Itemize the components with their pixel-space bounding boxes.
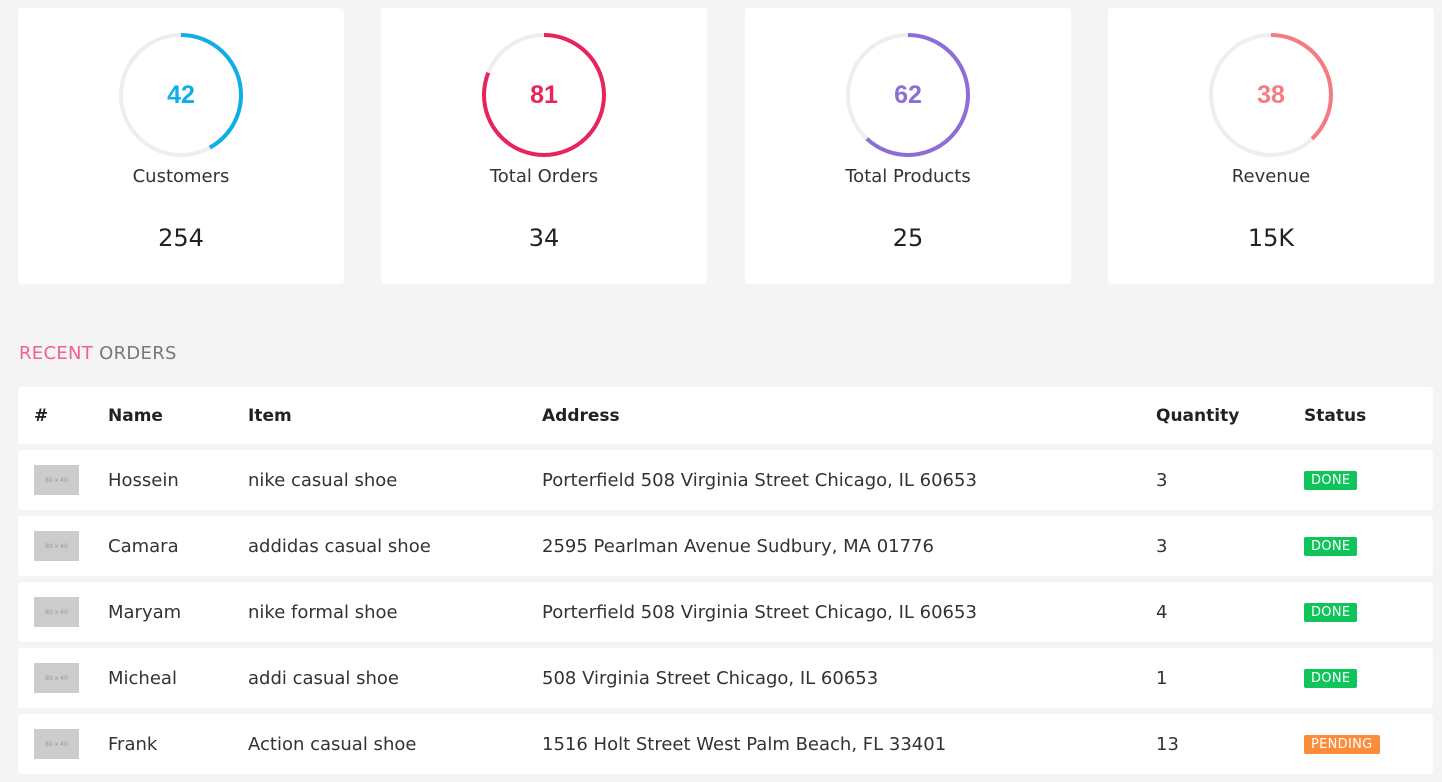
cell-address: Porterfield 508 Virginia Street Chicago,… — [542, 601, 977, 623]
product-thumbnail: 80 x 40 — [34, 597, 79, 627]
cell-name: Frank — [108, 733, 158, 755]
cell-address: 508 Virginia Street Chicago, IL 60653 — [542, 667, 879, 689]
header-status: Status — [1304, 405, 1367, 426]
cell-quantity: 3 — [1156, 469, 1168, 491]
section-title-rest: ORDERS — [99, 343, 177, 364]
progress-ring: 38 — [1207, 31, 1335, 159]
product-thumbnail: 80 x 40 — [34, 729, 79, 759]
card-value: 34 — [528, 224, 560, 252]
table-header: # Name Item Address Quantity Status — [18, 387, 1433, 444]
header-quantity: Quantity — [1156, 405, 1240, 426]
card-value: 254 — [158, 224, 204, 252]
stat-card-total-orders: 81 Total Orders 34 — [381, 8, 707, 284]
c: 80 x 40 — [34, 582, 79, 642]
c: 80 x 40 — [34, 450, 79, 510]
progress-ring: 42 — [117, 31, 245, 159]
card-value: 15K — [1247, 224, 1295, 252]
ring-percent: 42 — [167, 80, 195, 109]
cell-quantity: 3 — [1156, 535, 1168, 557]
card-label: Total Products — [845, 166, 971, 187]
cell-quantity: 4 — [1156, 601, 1168, 623]
c: DONE — [1304, 516, 1358, 576]
table-row[interactable]: 80 x 40 Camara addidas casual shoe 2595 … — [18, 516, 1433, 576]
ring-percent: 81 — [530, 80, 558, 109]
status-badge: DONE — [1304, 602, 1358, 622]
section-title-accent: RECENT — [19, 343, 94, 364]
progress-ring: 81 — [480, 31, 608, 159]
status-badge: DONE — [1304, 470, 1358, 490]
header-item: Item — [248, 405, 292, 426]
ring-percent: 38 — [1257, 80, 1285, 109]
section-title: RECENT ORDERS — [19, 343, 177, 364]
cell-item: nike formal shoe — [248, 601, 398, 623]
cell-name: Micheal — [108, 667, 177, 689]
status-badge: DONE — [1304, 668, 1358, 688]
c: 80 x 40 — [34, 714, 79, 774]
header-name: Name — [108, 405, 163, 426]
c: DONE — [1304, 450, 1358, 510]
cell-item: Action casual shoe — [248, 733, 417, 755]
stat-card-customers: 42 Customers 254 — [18, 8, 344, 284]
card-label: Revenue — [1231, 166, 1311, 187]
table-row[interactable]: 80 x 40 Frank Action casual shoe 1516 Ho… — [18, 714, 1433, 774]
c: DONE — [1304, 648, 1358, 708]
header-index: # — [34, 405, 49, 426]
cell-address: 2595 Pearlman Avenue Sudbury, MA 01776 — [542, 535, 934, 557]
c: DONE — [1304, 582, 1358, 642]
c: 80 x 40 — [34, 648, 79, 708]
cell-quantity: 13 — [1156, 733, 1179, 755]
product-thumbnail: 80 x 40 — [34, 663, 79, 693]
progress-ring: 62 — [844, 31, 972, 159]
c: 80 x 40 — [34, 516, 79, 576]
cell-item: nike casual shoe — [248, 469, 398, 491]
cell-name: Hossein — [108, 469, 179, 491]
cell-item: addidas casual shoe — [248, 535, 431, 557]
cell-address: 1516 Holt Street West Palm Beach, FL 334… — [542, 733, 947, 755]
card-value: 25 — [892, 224, 924, 252]
table-row[interactable]: 80 x 40 Hossein nike casual shoe Porterf… — [18, 450, 1433, 510]
cell-name: Maryam — [108, 601, 182, 623]
status-badge: DONE — [1304, 536, 1358, 556]
stat-card-total-products: 62 Total Products 25 — [745, 8, 1071, 284]
table-row[interactable]: 80 x 40 Maryam nike formal shoe Porterfi… — [18, 582, 1433, 642]
table-row[interactable]: 80 x 40 Micheal addi casual shoe 508 Vir… — [18, 648, 1433, 708]
header-address: Address — [542, 405, 620, 426]
ring-percent: 62 — [894, 80, 922, 109]
card-label: Total Orders — [489, 166, 599, 187]
cell-name: Camara — [108, 535, 179, 557]
stat-card-revenue: 38 Revenue 15K — [1108, 8, 1434, 284]
cell-item: addi casual shoe — [248, 667, 399, 689]
product-thumbnail: 80 x 40 — [34, 531, 79, 561]
status-badge: PENDING — [1304, 734, 1380, 754]
stats-cards: 42 Customers 254 81 Total Orders 34 62 T… — [18, 8, 1434, 284]
cell-address: Porterfield 508 Virginia Street Chicago,… — [542, 469, 977, 491]
cell-quantity: 1 — [1156, 667, 1168, 689]
product-thumbnail: 80 x 40 — [34, 465, 79, 495]
card-label: Customers — [132, 166, 230, 187]
c: PENDING — [1304, 714, 1380, 774]
